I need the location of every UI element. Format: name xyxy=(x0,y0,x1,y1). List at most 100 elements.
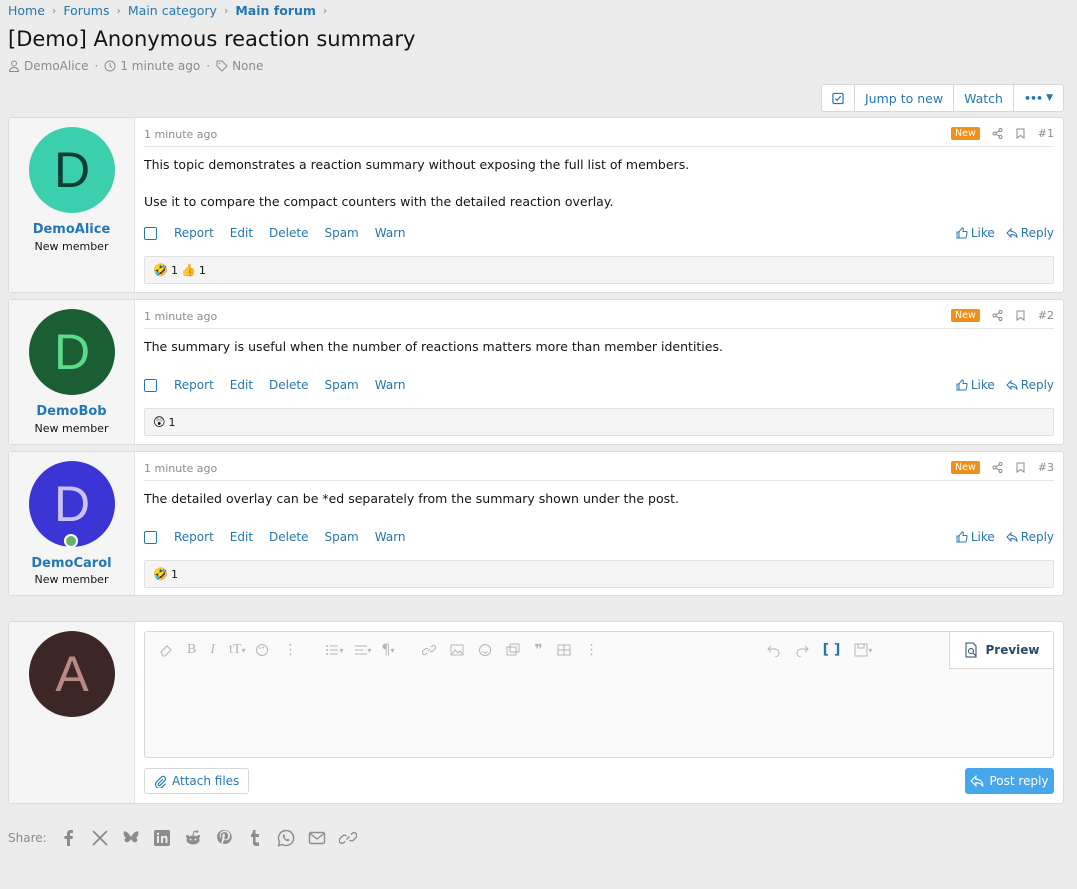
tumblr-icon[interactable] xyxy=(246,829,264,847)
delete-link[interactable]: Delete xyxy=(269,226,308,240)
spam-link[interactable]: Spam xyxy=(324,530,358,544)
avatar[interactable]: D xyxy=(29,127,115,213)
username[interactable]: DemoBob xyxy=(9,404,134,419)
reaction-summary[interactable]: 😲 1 xyxy=(144,408,1054,436)
pinterest-icon[interactable] xyxy=(215,829,233,847)
post-time[interactable]: 1 minute ago xyxy=(144,310,217,323)
bookmark-icon[interactable] xyxy=(1015,462,1026,473)
avatar: A xyxy=(29,631,115,717)
table-icon[interactable] xyxy=(557,643,571,657)
select-thread-checkbox[interactable] xyxy=(822,85,855,111)
user-icon xyxy=(8,60,20,72)
bookmark-icon[interactable] xyxy=(1015,128,1026,139)
reaction-summary[interactable]: 🤣 1 xyxy=(144,560,1054,588)
post-time[interactable]: 1 minute ago xyxy=(144,462,217,475)
bluesky-icon[interactable] xyxy=(122,829,140,847)
like-button[interactable]: Like xyxy=(956,530,995,544)
post-reply-button[interactable]: Post reply xyxy=(965,768,1054,794)
paragraph-icon[interactable]: ¶ ▾ xyxy=(382,642,395,658)
post-number[interactable]: #2 xyxy=(1038,309,1054,322)
post-time[interactable]: 1 minute ago xyxy=(144,128,217,141)
select-post-checkbox[interactable] xyxy=(144,378,157,392)
post-paragraph: The detailed overlay can be *ed separate… xyxy=(144,491,679,506)
reply-button[interactable]: Reply xyxy=(1006,226,1054,240)
spam-link[interactable]: Spam xyxy=(324,378,358,392)
bold-icon[interactable]: B xyxy=(187,642,196,658)
more-vertical-icon[interactable]: ⋮ xyxy=(585,642,599,658)
post-3: D DemoCarol New member 1 minute ago New … xyxy=(8,451,1064,596)
share-icon[interactable] xyxy=(992,310,1003,321)
thumbs-up-icon xyxy=(956,227,968,239)
post-main: 1 minute ago New #3 The detailed overlay… xyxy=(135,452,1063,595)
list-icon[interactable]: ▾ xyxy=(325,643,344,657)
reply-icon xyxy=(1006,379,1018,391)
username[interactable]: DemoCarol xyxy=(9,556,134,571)
select-post-checkbox[interactable] xyxy=(144,226,157,240)
undo-icon[interactable] xyxy=(766,643,781,657)
breadcrumb-home[interactable]: Home xyxy=(8,3,45,18)
username[interactable]: DemoAlice xyxy=(9,222,134,237)
post-number[interactable]: #3 xyxy=(1038,461,1054,474)
like-button[interactable]: Like xyxy=(956,378,995,392)
facebook-icon[interactable] xyxy=(60,829,78,847)
edit-link[interactable]: Edit xyxy=(230,226,253,240)
more-vertical-icon[interactable]: ⋮ xyxy=(283,642,297,658)
bookmark-icon[interactable] xyxy=(1015,310,1026,321)
italic-icon[interactable]: I xyxy=(210,642,215,658)
post-body: The detailed overlay can be *ed separate… xyxy=(144,490,1054,508)
share-icon[interactable] xyxy=(992,128,1003,139)
online-dot xyxy=(66,536,76,546)
eraser-icon[interactable] xyxy=(159,643,173,657)
warn-link[interactable]: Warn xyxy=(375,226,406,240)
delete-link[interactable]: Delete xyxy=(269,530,308,544)
reply-button[interactable]: Reply xyxy=(1006,378,1054,392)
text-size-icon[interactable]: tT ▾ xyxy=(229,642,245,658)
linkedin-icon[interactable] xyxy=(153,829,171,847)
smiley-icon[interactable] xyxy=(478,643,492,657)
breadcrumb-category[interactable]: Main category xyxy=(128,3,217,18)
select-post-checkbox[interactable] xyxy=(144,530,157,544)
email-icon[interactable] xyxy=(308,829,326,847)
avatar[interactable]: D xyxy=(29,309,115,395)
save-draft-icon[interactable]: ▾ xyxy=(854,643,872,657)
thread-author-link[interactable]: DemoAlice xyxy=(24,59,89,73)
edit-link[interactable]: Edit xyxy=(230,530,253,544)
share-icon[interactable] xyxy=(992,462,1003,473)
breadcrumb-forums[interactable]: Forums xyxy=(63,3,109,18)
warn-link[interactable]: Warn xyxy=(375,378,406,392)
color-palette-icon[interactable] xyxy=(255,643,269,657)
reaction-summary[interactable]: 🤣 1 👍 1 xyxy=(144,256,1054,284)
report-link[interactable]: Report xyxy=(174,378,214,392)
bbcode-toggle-icon[interactable]: [ ] xyxy=(823,642,841,658)
like-button[interactable]: Like xyxy=(956,226,995,240)
image-icon[interactable] xyxy=(450,643,464,657)
media-icon[interactable] xyxy=(506,643,520,657)
more-label: ••• xyxy=(1023,91,1043,105)
thread-tags: None xyxy=(232,59,264,73)
post-number[interactable]: #1 xyxy=(1038,127,1054,140)
edit-link[interactable]: Edit xyxy=(230,378,253,392)
link-icon[interactable] xyxy=(422,643,437,657)
watch-button[interactable]: Watch xyxy=(954,85,1014,111)
rich-text-editor[interactable]: B I tT ▾ ⋮ ▾ ▾ ¶ ▾ ❞ ⋮ [ ] ▾ Preview xyxy=(144,631,1054,758)
redo-icon[interactable] xyxy=(795,643,809,657)
warn-link[interactable]: Warn xyxy=(375,530,406,544)
align-icon[interactable]: ▾ xyxy=(354,643,372,657)
quote-icon[interactable]: ❞ xyxy=(534,642,542,658)
link-icon[interactable] xyxy=(338,829,357,847)
x-icon[interactable] xyxy=(91,829,109,847)
attach-files-button[interactable]: Attach files xyxy=(144,768,250,794)
reply-button[interactable]: Reply xyxy=(1006,530,1054,544)
whatsapp-icon[interactable] xyxy=(277,829,295,847)
jump-to-new-button[interactable]: Jump to new xyxy=(855,85,955,111)
preview-button[interactable]: Preview xyxy=(949,632,1053,669)
reddit-icon[interactable] xyxy=(184,829,202,847)
chevron-right-icon: › xyxy=(223,4,229,17)
spam-link[interactable]: Spam xyxy=(324,226,358,240)
more-options-button[interactable]: ••• ▼ xyxy=(1014,85,1063,111)
breadcrumb-forum[interactable]: Main forum xyxy=(235,3,316,18)
report-link[interactable]: Report xyxy=(174,226,214,240)
like-label: Like xyxy=(970,530,995,544)
delete-link[interactable]: Delete xyxy=(269,378,308,392)
report-link[interactable]: Report xyxy=(174,530,214,544)
